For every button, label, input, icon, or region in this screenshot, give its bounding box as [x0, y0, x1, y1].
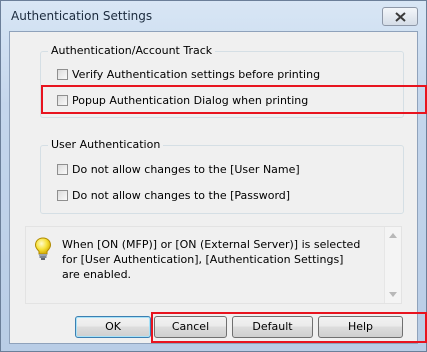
- group-legend: User Authentication: [48, 138, 164, 151]
- verify-authentication-checkbox[interactable]: Verify Authentication settings before pr…: [57, 68, 320, 81]
- ok-button[interactable]: OK: [75, 316, 151, 338]
- checkbox-box[interactable]: [57, 95, 68, 106]
- default-button[interactable]: Default: [232, 316, 313, 338]
- group-authentication-account-track: Authentication/Account Track Verify Auth…: [40, 44, 404, 118]
- checkbox-box[interactable]: [57, 190, 68, 201]
- checkbox-label: Popup Authentication Dialog when printin…: [72, 94, 309, 107]
- cancel-button-label: Cancel: [171, 320, 210, 333]
- title-bar[interactable]: Authentication Settings: [1, 1, 426, 31]
- scroll-down-arrow-icon[interactable]: [389, 292, 397, 297]
- help-button[interactable]: Help: [318, 316, 403, 338]
- close-icon: [395, 12, 406, 22]
- checkbox-label: Verify Authentication settings before pr…: [72, 68, 321, 81]
- lightbulb-icon: [34, 237, 52, 260]
- window-title: Authentication Settings: [11, 9, 153, 23]
- disallow-username-change-checkbox[interactable]: Do not allow changes to the [User Name]: [57, 163, 300, 176]
- cancel-button[interactable]: Cancel: [154, 316, 227, 338]
- default-button-label: Default: [252, 320, 293, 333]
- group-legend: Authentication/Account Track: [48, 44, 216, 57]
- ok-button-label: OK: [105, 320, 121, 333]
- authentication-settings-dialog: Authentication Settings Authentication/A…: [0, 0, 427, 352]
- disallow-password-change-checkbox[interactable]: Do not allow changes to the [Password]: [57, 189, 290, 202]
- group-user-authentication: User Authentication Do not allow changes…: [40, 138, 404, 214]
- checkbox-box[interactable]: [57, 164, 68, 175]
- info-message-panel: When [ON (MFP)] or [ON (External Server)…: [25, 226, 402, 304]
- scroll-up-arrow-icon[interactable]: [389, 233, 397, 238]
- checkbox-label: Do not allow changes to the [User Name]: [72, 163, 300, 176]
- close-button[interactable]: [382, 7, 418, 26]
- info-message-text: When [ON (MFP)] or [ON (External Server)…: [62, 238, 361, 281]
- popup-authentication-checkbox[interactable]: Popup Authentication Dialog when printin…: [57, 94, 308, 107]
- dialog-client-area: Authentication/Account Track Verify Auth…: [9, 31, 418, 344]
- checkbox-box[interactable]: [57, 69, 68, 80]
- info-scrollbar[interactable]: [384, 227, 401, 303]
- checkbox-label: Do not allow changes to the [Password]: [72, 189, 291, 202]
- help-button-label: Help: [347, 320, 374, 333]
